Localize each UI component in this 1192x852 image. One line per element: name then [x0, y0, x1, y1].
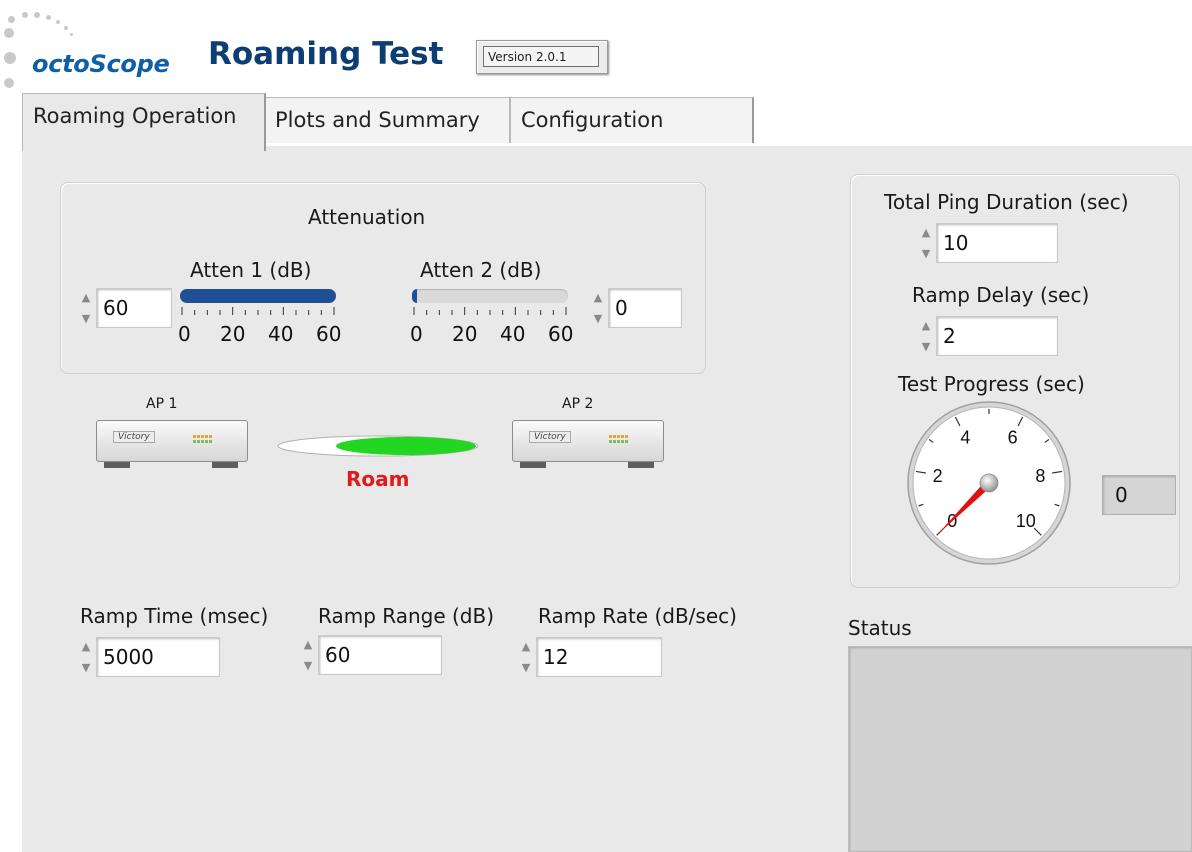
ping-duration-spinner: ▲ ▼	[918, 220, 936, 266]
ap2-foot-left	[520, 462, 546, 468]
triangle-down-icon[interactable]: ▼	[300, 655, 316, 675]
ap1-led-icon	[193, 435, 212, 443]
atten1-slider[interactable]	[180, 289, 336, 303]
atten1-slider-fill	[180, 289, 336, 303]
triangle-down-icon[interactable]: ▼	[918, 336, 934, 356]
atten1-numeric-control: ▲ ▼ 60	[78, 285, 172, 331]
ramp-range-input[interactable]: 60	[318, 635, 442, 675]
atten2-label: Atten 2 (dB)	[420, 258, 542, 282]
triangle-down-icon[interactable]: ▼	[78, 657, 94, 677]
atten1-scale-ticks	[181, 307, 335, 315]
dial-gauge-icon: 0246810	[907, 401, 1071, 565]
atten1-spinner: ▲ ▼	[78, 285, 96, 331]
ap1-brand-logo: Victory	[113, 431, 155, 443]
ping-duration-control: ▲ ▼ 10	[918, 220, 1060, 266]
ap2-label: AP 2	[562, 396, 594, 412]
triangle-up-icon[interactable]: ▲	[78, 287, 94, 307]
triangle-down-icon[interactable]: ▼	[590, 308, 606, 328]
triangle-up-icon[interactable]: ▲	[300, 634, 316, 654]
ap1-foot-left	[104, 462, 130, 468]
ramp-delay-control: ▲ ▼ 2	[918, 313, 1060, 359]
ap1-foot-right	[212, 462, 238, 468]
tab-roaming-operation[interactable]: Roaming Operation	[22, 93, 266, 151]
triangle-up-icon[interactable]: ▲	[918, 222, 934, 242]
ramp-range-spinner: ▲ ▼	[300, 632, 318, 678]
atten1-scale-40: 40	[268, 322, 294, 346]
roam-label: Roam	[346, 467, 410, 491]
atten1-label: Atten 1 (dB)	[190, 258, 312, 282]
version-text: Version 2.0.1	[483, 46, 599, 67]
test-progress-label: Test Progress (sec)	[898, 372, 1085, 396]
ramp-rate-spinner: ▲ ▼	[518, 634, 536, 680]
roam-indicator-icon	[277, 435, 479, 457]
attenuation-title: Attenuation	[308, 205, 426, 229]
ap1-label: AP 1	[146, 396, 178, 412]
ramp-delay-label: Ramp Delay (sec)	[912, 283, 1090, 307]
ramp-range-label: Ramp Range (dB)	[318, 604, 495, 628]
ap1-body: Victory	[96, 420, 248, 462]
atten2-input[interactable]: 0	[608, 288, 682, 328]
app-title: Roaming Test	[208, 36, 444, 72]
ramp-delay-input[interactable]: 2	[936, 316, 1058, 356]
triangle-up-icon[interactable]: ▲	[590, 287, 606, 307]
wireless-router-icon: Victory	[512, 420, 664, 472]
ramp-time-spinner: ▲ ▼	[78, 634, 96, 680]
atten2-scale-40: 40	[500, 322, 526, 346]
ramp-range-control: ▲ ▼ 60	[300, 632, 442, 678]
atten2-slider-track	[412, 289, 568, 303]
status-label: Status	[848, 616, 912, 640]
atten2-scale-20: 20	[452, 322, 478, 346]
gauge-label: 2	[933, 466, 943, 486]
test-progress-readout: 0	[1102, 475, 1176, 515]
ap2-brand-logo: Victory	[529, 431, 571, 443]
ramp-delay-spinner: ▲ ▼	[918, 313, 936, 359]
gauge-label: 4	[960, 428, 970, 448]
triangle-down-icon[interactable]: ▼	[918, 243, 934, 263]
gauge-label: 6	[1008, 428, 1018, 448]
ramp-time-control: ▲ ▼ 5000	[78, 634, 220, 680]
atten2-slider[interactable]	[412, 289, 568, 303]
triangle-up-icon[interactable]: ▲	[518, 636, 534, 656]
ap2-foot-right	[628, 462, 654, 468]
ramp-rate-input[interactable]: 12	[536, 637, 662, 677]
atten1-scale-0: 0	[178, 322, 191, 346]
triangle-up-icon[interactable]: ▲	[78, 636, 94, 656]
atten1-scale-20: 20	[220, 322, 246, 346]
gauge-hub	[979, 473, 999, 493]
gauge-label: 10	[1016, 511, 1036, 531]
triangle-down-icon[interactable]: ▼	[78, 308, 94, 328]
atten2-spinner: ▲ ▼	[590, 285, 608, 331]
ping-duration-label: Total Ping Duration (sec)	[884, 190, 1129, 214]
atten1-input[interactable]: 60	[96, 288, 172, 328]
atten2-slider-fill	[412, 289, 417, 303]
version-indicator: Version 2.0.1	[476, 40, 608, 74]
triangle-up-icon[interactable]: ▲	[918, 315, 934, 335]
atten1-scale-60: 60	[316, 322, 342, 346]
octoscope-logo: octoScope	[32, 50, 170, 78]
triangle-down-icon[interactable]: ▼	[518, 657, 534, 677]
tab-plots-and-summary[interactable]: Plots and Summary	[264, 97, 510, 143]
atten2-numeric-control: ▲ ▼ 0	[590, 285, 682, 331]
ping-duration-input[interactable]: 10	[936, 223, 1058, 263]
ramp-rate-control: ▲ ▼ 12	[518, 634, 662, 680]
atten2-scale-60: 60	[548, 322, 574, 346]
atten2-scale-0: 0	[410, 322, 423, 346]
atten1-scale: 0 20 40 60	[172, 322, 346, 348]
ap2-led-icon	[609, 435, 628, 443]
ap2-body: Victory	[512, 420, 664, 462]
ramp-rate-label: Ramp Rate (dB/sec)	[538, 604, 737, 628]
tab-configuration[interactable]: Configuration	[510, 97, 754, 143]
atten2-scale: 0 20 40 60	[404, 322, 578, 348]
ramp-time-label: Ramp Time (msec)	[80, 604, 269, 628]
wireless-router-icon: Victory	[96, 420, 248, 472]
ramp-time-input[interactable]: 5000	[96, 637, 220, 677]
gauge-label: 8	[1035, 466, 1045, 486]
atten2-scale-ticks	[413, 307, 567, 315]
status-display	[848, 646, 1192, 852]
